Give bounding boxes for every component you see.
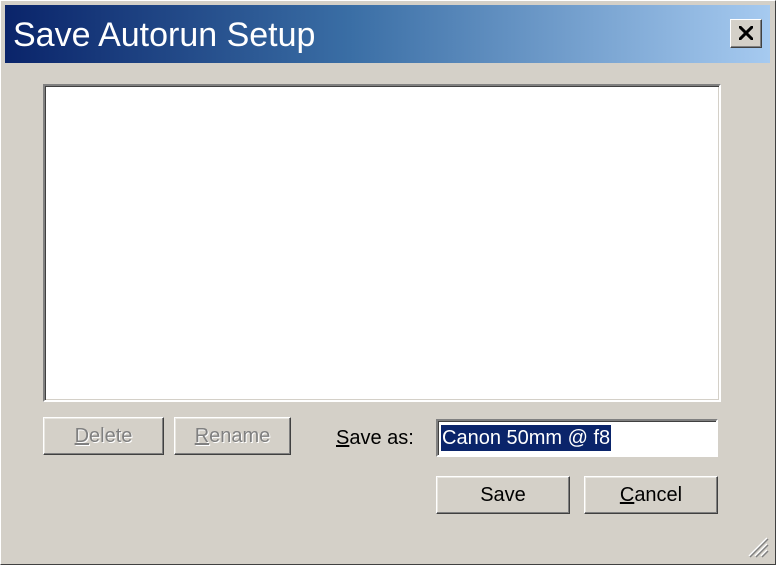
save-as-label: Save as: (336, 427, 414, 449)
save-button-label: Save (480, 483, 526, 506)
title-bar[interactable]: Save Autorun Setup (5, 5, 770, 63)
delete-button[interactable]: Delete (43, 417, 164, 455)
cancel-button[interactable]: Cancel (584, 476, 718, 514)
rename-button[interactable]: Rename (174, 417, 291, 455)
saved-setups-list[interactable] (43, 84, 721, 402)
close-button[interactable] (730, 19, 762, 48)
rename-button-label: Rename (194, 424, 271, 447)
close-icon (739, 26, 753, 40)
save-autorun-setup-dialog: Save Autorun Setup Delete Rename Save as… (0, 0, 776, 565)
window-title: Save Autorun Setup (13, 16, 316, 54)
save-button[interactable]: Save (436, 476, 570, 514)
save-as-value: Canon 50mm @ f8 (441, 425, 612, 451)
resize-grip-icon[interactable] (743, 532, 769, 558)
save-as-input[interactable]: Canon 50mm @ f8 (436, 419, 718, 457)
delete-button-label: Delete (74, 424, 133, 447)
cancel-button-label: Cancel (619, 483, 683, 506)
